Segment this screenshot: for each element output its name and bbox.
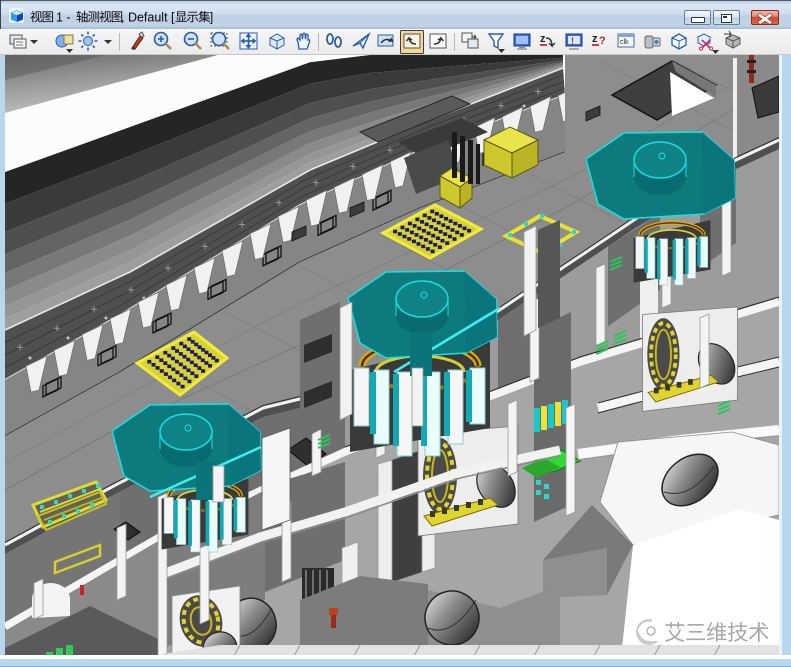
svg-text:z: z <box>540 33 546 45</box>
svg-text:, Default [: , Default [ <box>121 10 175 24</box>
svg-text:!: ! <box>571 36 574 46</box>
svg-text:z: z <box>592 33 598 45</box>
svg-text:clk: clk <box>620 39 629 46</box>
svg-text:1 -: 1 - <box>56 10 71 24</box>
svg-text:]: ] <box>210 10 213 24</box>
svg-text:?: ? <box>599 35 606 47</box>
